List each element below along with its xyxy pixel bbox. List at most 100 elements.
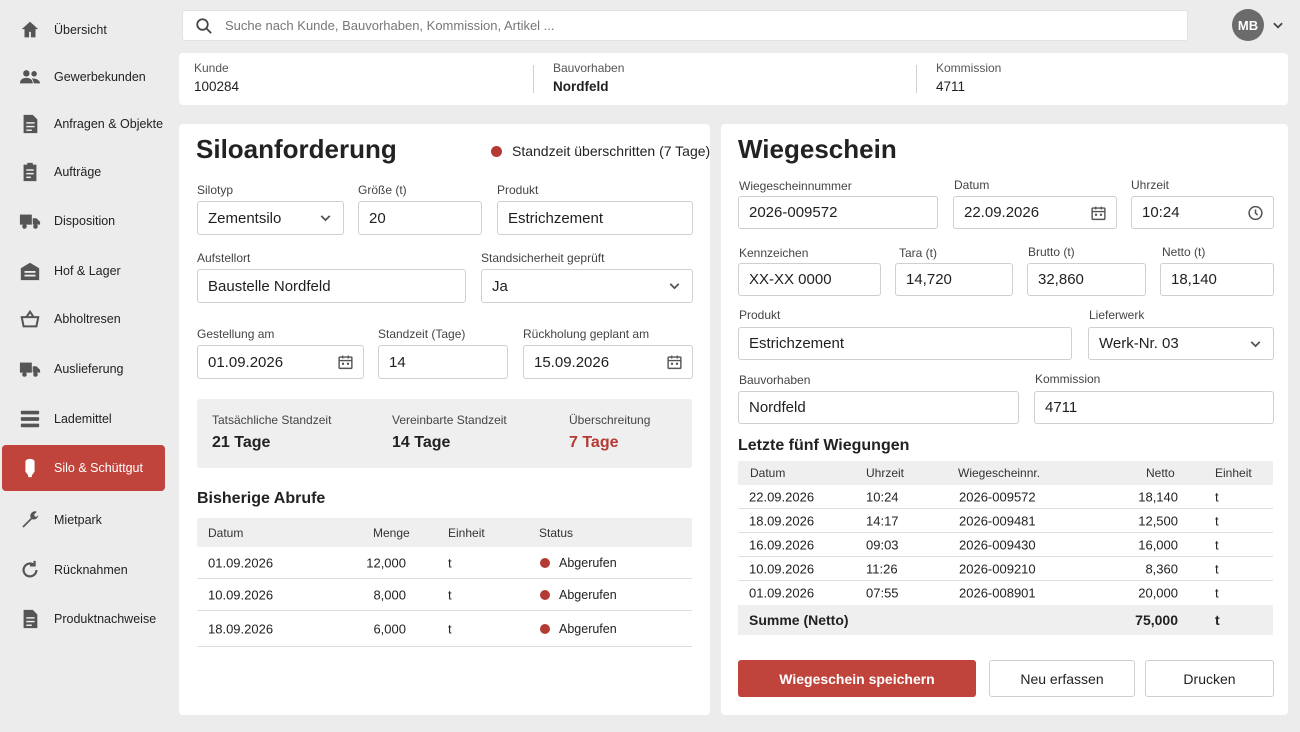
clipboard-icon xyxy=(19,161,41,183)
sidebar-item-label: Übersicht xyxy=(54,23,107,37)
cell-datum: 22.09.2026 xyxy=(749,489,815,504)
standzeit-input[interactable]: 14 xyxy=(378,345,508,379)
sidebar-item-ruecknahmen[interactable]: Rücknahmen xyxy=(2,547,165,593)
table-row[interactable]: 18.09.2026 14:17 2026-009481 12,500 t xyxy=(738,509,1273,533)
gestellung-date-input[interactable]: 01.09.2026 xyxy=(197,345,364,379)
standzeit-label: Standzeit (Tage) xyxy=(378,327,466,341)
summary-label: Tatsächliche Standzeit xyxy=(212,413,332,427)
uhrzeit-value: 10:24 xyxy=(1142,204,1180,221)
cell-einheit: t xyxy=(448,587,452,602)
table-row[interactable]: 01.09.2026 12,000 t Abgerufen xyxy=(197,547,692,579)
status-dot-icon xyxy=(540,623,550,634)
column-header: Uhrzeit xyxy=(866,466,905,480)
kennzeichen-input[interactable]: XX-XX 0000 xyxy=(738,263,881,296)
sidebar-item-label: Abholtresen xyxy=(54,312,121,326)
cell-netto: 20,000 xyxy=(1138,585,1178,601)
calendar-icon[interactable] xyxy=(666,354,683,371)
sidebar-item-label: Mietpark xyxy=(54,513,102,527)
aufstellort-value: Baustelle Nordfeld xyxy=(208,277,331,295)
brutto-input[interactable]: 32,860 xyxy=(1027,263,1146,296)
weighings-table-total: Summe (Netto) 75,000 t xyxy=(738,605,1273,635)
status-text: Abgerufen xyxy=(559,587,617,602)
wrench-icon xyxy=(19,509,41,531)
summary-value: 14 Tage xyxy=(392,434,451,451)
sidebar-item-uebersicht[interactable]: Übersicht xyxy=(2,7,165,53)
sidebar-item-anfragen[interactable]: Anfragen & Objekte xyxy=(2,101,165,147)
new-entry-button[interactable]: Neu erfassen xyxy=(989,660,1135,697)
warning-dot-icon xyxy=(491,145,502,157)
standsicherheit-label: Standsicherheit geprüft xyxy=(481,251,605,265)
user-avatar[interactable]: MB xyxy=(1232,9,1264,41)
column-header: Einheit xyxy=(1215,466,1252,480)
sidebar-item-lademittel[interactable]: Lademittel xyxy=(2,396,165,442)
table-row[interactable]: 10.09.2026 8,000 t Abgerufen xyxy=(197,579,692,611)
column-header: Einheit xyxy=(448,525,485,540)
standzeit-summary: Tatsächliche Standzeit 21 Tage Vereinbar… xyxy=(197,399,692,468)
rueckholung-date-input[interactable]: 15.09.2026 xyxy=(523,345,693,379)
info-kommission: Kommission 4711 xyxy=(936,61,1001,94)
print-button[interactable]: Drucken xyxy=(1145,660,1274,697)
clock-icon[interactable] xyxy=(1247,204,1264,221)
wiegescheinnummer-value: 2026-009572 xyxy=(749,204,838,221)
silotyp-select[interactable]: Zementsilo xyxy=(197,201,344,235)
total-value: 75,000 xyxy=(1135,612,1178,628)
save-wiegeschein-button[interactable]: Wiegeschein speichern xyxy=(738,660,976,697)
uhrzeit-time-input[interactable]: 10:24 xyxy=(1131,196,1274,229)
summary-label: Vereinbarte Standzeit xyxy=(392,413,507,427)
sidebar-item-label: Silo & Schüttgut xyxy=(54,461,143,475)
table-row[interactable]: 01.09.2026 07:55 2026-008901 20,000 t xyxy=(738,581,1273,605)
groesse-input[interactable]: 20 xyxy=(358,201,482,235)
kommission-label: Kommission xyxy=(1035,372,1101,386)
document-icon xyxy=(19,113,41,135)
aufstellort-input[interactable]: Baustelle Nordfeld xyxy=(197,269,466,303)
info-kunde: Kunde 100284 xyxy=(194,61,239,94)
weighings-table-header: Datum Uhrzeit Wiegescheinnr. Netto Einhe… xyxy=(738,461,1273,485)
sidebar-item-disposition[interactable]: Disposition xyxy=(2,198,165,244)
sidebar-item-mietpark[interactable]: Mietpark xyxy=(2,497,165,543)
sidebar-item-silo[interactable]: Silo & Schüttgut xyxy=(2,445,165,491)
sidebar-item-auslieferung[interactable]: Auslieferung xyxy=(2,346,165,392)
sidebar-item-abholtresen[interactable]: Abholtresen xyxy=(2,296,165,342)
produkt-input[interactable]: Estrichzement xyxy=(497,201,693,235)
cell-wiegescheinnr: 2026-009210 xyxy=(959,561,1036,576)
produkt-input[interactable]: Estrichzement xyxy=(738,327,1072,360)
search-input[interactable] xyxy=(225,11,1125,40)
kommission-input[interactable]: 4711 xyxy=(1034,391,1274,424)
cell-einheit: t xyxy=(1215,513,1219,528)
basket-icon xyxy=(19,308,41,330)
lieferwerk-select[interactable]: Werk-Nr. 03 xyxy=(1088,327,1274,360)
column-header: Netto xyxy=(1146,466,1175,480)
lieferwerk-label: Lieferwerk xyxy=(1089,308,1145,322)
sidebar-item-auftraege[interactable]: Aufträge xyxy=(2,149,165,195)
bauvorhaben-input[interactable]: Nordfeld xyxy=(738,391,1019,424)
datum-date-input[interactable]: 22.09.2026 xyxy=(953,196,1117,229)
datum-value: 22.09.2026 xyxy=(964,204,1040,221)
sidebar-item-label: Hof & Lager xyxy=(54,264,121,278)
global-search[interactable] xyxy=(182,10,1188,41)
tara-input[interactable]: 14,720 xyxy=(895,263,1013,296)
table-row[interactable]: 18.09.2026 6,000 t Abgerufen xyxy=(197,611,692,647)
table-row[interactable]: 22.09.2026 10:24 2026-009572 18,140 t xyxy=(738,485,1273,509)
warning-text: Standzeit überschritten (7 Tage) xyxy=(512,143,711,159)
cell-datum: 01.09.2026 xyxy=(208,555,274,570)
standsicherheit-select[interactable]: Ja xyxy=(481,269,693,303)
chevron-down-icon[interactable] xyxy=(1271,18,1285,32)
cell-einheit: t xyxy=(1215,537,1219,552)
sidebar-item-label: Lademittel xyxy=(54,412,112,426)
table-row[interactable]: 16.09.2026 09:03 2026-009430 16,000 t xyxy=(738,533,1273,557)
calendar-icon[interactable] xyxy=(1090,204,1107,221)
sidebar-item-gewerbekunden[interactable]: Gewerbekunden xyxy=(2,54,165,100)
netto-input[interactable]: 18,140 xyxy=(1160,263,1274,296)
cell-netto: 8,360 xyxy=(1145,561,1178,576)
column-header: Datum xyxy=(208,525,244,540)
table-row[interactable]: 10.09.2026 11:26 2026-009210 8,360 t xyxy=(738,557,1273,581)
divider xyxy=(533,65,534,93)
sidebar-item-hof-lager[interactable]: Hof & Lager xyxy=(2,248,165,294)
standzeit-warning: Standzeit überschritten (7 Tage) xyxy=(491,143,710,159)
wiegescheinnummer-input[interactable]: 2026-009572 xyxy=(738,196,938,229)
sidebar-item-produktnachweise[interactable]: Produktnachweise xyxy=(2,596,165,642)
recent-weighings-title: Letzte fünf Wiegungen xyxy=(738,437,910,454)
summary-value: 21 Tage xyxy=(212,434,271,451)
cell-einheit: t xyxy=(448,555,452,570)
calendar-icon[interactable] xyxy=(337,354,354,371)
